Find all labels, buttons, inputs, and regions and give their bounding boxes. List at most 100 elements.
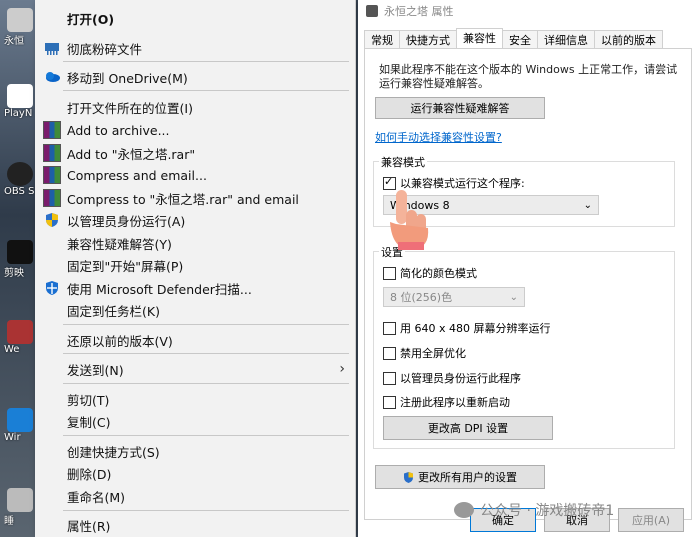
- menu-item-troubleshoot[interactable]: 兼容性疑难解答(Y): [35, 232, 355, 254]
- blank-icon: [43, 412, 61, 430]
- tab-shortcut[interactable]: 快捷方式: [399, 30, 457, 50]
- onedrive-icon: [43, 68, 61, 86]
- menu-item-add-rar[interactable]: Add to "永恒之塔.rar": [35, 142, 355, 164]
- menu-item-onedrive[interactable]: 移动到 OneDrive(M): [35, 66, 355, 88]
- desktop-icon-3[interactable]: 剪映: [4, 240, 36, 279]
- menu-item-compress-rar-email[interactable]: Compress to "永恒之塔.rar" and email: [35, 187, 355, 209]
- menu-item-cut[interactable]: 剪切(T): [35, 388, 355, 410]
- run-admin-label: 以管理员身份运行此程序: [400, 372, 521, 385]
- menu-item-label: 以管理员身份运行(A): [67, 213, 186, 229]
- menu-item-label: Compress to "永恒之塔.rar" and email: [67, 191, 299, 207]
- watermark-text: 公众号 · 游戏搬砖帝1: [480, 503, 615, 519]
- blank-icon: [43, 234, 61, 252]
- menu-item-pin-start[interactable]: 固定到"开始"屏幕(P): [35, 254, 355, 276]
- run-admin-row[interactable]: 以管理员身份运行此程序: [383, 370, 521, 386]
- menu-separator: [63, 90, 349, 91]
- compatibility-panel: 如果此程序不能在这个版本的 Windows 上正常工作，请尝试运行兼容性疑难解答…: [364, 48, 692, 520]
- tab-security[interactable]: 安全: [502, 30, 538, 50]
- blank-icon: [43, 464, 61, 482]
- all-users-settings-button[interactable]: 更改所有用户的设置: [375, 465, 545, 489]
- menu-item-run-as-admin[interactable]: 以管理员身份运行(A): [35, 209, 355, 231]
- menu-item-label: 固定到"开始"屏幕(P): [67, 258, 184, 274]
- menu-item-label: Add to "永恒之塔.rar": [67, 146, 196, 162]
- window-title: 永恒之塔 属性: [384, 5, 454, 18]
- menu-item-compress-email[interactable]: Compress and email...: [35, 164, 355, 186]
- menu-separator: [63, 510, 349, 511]
- run-troubleshooter-button[interactable]: 运行兼容性疑难解答: [375, 97, 545, 119]
- reduced-color-row[interactable]: 简化的颜色模式: [383, 265, 477, 281]
- menu-item-restore-versions[interactable]: 还原以前的版本(V): [35, 329, 355, 351]
- window-titlebar[interactable]: 永恒之塔 属性: [358, 0, 694, 22]
- menu-item-open[interactable]: 打开(O): [35, 7, 355, 29]
- menu-item-shred[interactable]: 彻底粉碎文件: [35, 37, 355, 59]
- winrar-icon: [43, 166, 61, 184]
- reduced-color-checkbox[interactable]: [383, 266, 396, 280]
- menu-separator: [63, 61, 349, 62]
- menu-item-rename[interactable]: 重命名(M): [35, 485, 355, 507]
- blank-icon: [43, 331, 61, 349]
- tab-details[interactable]: 详细信息: [537, 30, 595, 50]
- disable-fullscreen-checkbox[interactable]: [383, 346, 396, 360]
- disable-fullscreen-label: 禁用全屏优化: [400, 347, 466, 360]
- chevron-down-icon: ⌄: [509, 291, 518, 303]
- menu-item-pin-taskbar[interactable]: 固定到任务栏(K): [35, 299, 355, 321]
- desktop-icon-4[interactable]: We: [4, 320, 36, 355]
- menu-item-label: 移动到 OneDrive(M): [67, 70, 188, 86]
- menu-item-label: Compress and email...: [67, 167, 207, 183]
- register-restart-row[interactable]: 注册此程序以重新启动: [383, 394, 510, 410]
- properties-window: 永恒之塔 属性 常规 快捷方式 兼容性 安全 详细信息 以前的版本 如果此程序不…: [358, 0, 694, 537]
- menu-item-label: 重命名(M): [67, 489, 126, 505]
- reduced-color-label: 简化的颜色模式: [400, 267, 477, 280]
- menu-item-properties[interactable]: 属性(R): [35, 514, 355, 536]
- res-640-label: 用 640 x 480 屏幕分辨率运行: [400, 322, 551, 335]
- menu-item-label: 删除(D): [67, 466, 112, 482]
- menu-item-copy[interactable]: 复制(C): [35, 410, 355, 432]
- res-640-checkbox[interactable]: [383, 321, 396, 335]
- menu-item-label: 复制(C): [67, 414, 111, 430]
- shredder-icon: [43, 39, 61, 57]
- manual-settings-link[interactable]: 如何手动选择兼容性设置?: [375, 129, 502, 145]
- blank-icon: [43, 98, 61, 116]
- change-dpi-button[interactable]: 更改高 DPI 设置: [383, 416, 553, 440]
- run-admin-checkbox[interactable]: [383, 371, 396, 385]
- res-640-row[interactable]: 用 640 x 480 屏幕分辨率运行: [383, 320, 551, 336]
- menu-item-add-archive[interactable]: Add to archive...: [35, 119, 355, 141]
- menu-item-delete[interactable]: 删除(D): [35, 462, 355, 484]
- blank-icon: [43, 390, 61, 408]
- menu-item-label: 还原以前的版本(V): [67, 333, 173, 349]
- compat-description: 如果此程序不能在这个版本的 Windows 上正常工作，请尝试运行兼容性疑难解答…: [379, 63, 678, 90]
- desktop-icon-5[interactable]: Wir: [4, 408, 36, 443]
- desktop-icon-0[interactable]: 永恒: [4, 8, 36, 47]
- chevron-down-icon: ⌄: [583, 199, 592, 211]
- menu-item-label: Add to archive...: [67, 122, 170, 138]
- winrar-icon: [43, 144, 61, 162]
- menu-item-defender-scan[interactable]: 使用 Microsoft Defender扫描...: [35, 277, 355, 299]
- menu-item-send-to[interactable]: 发送到(N) ›: [35, 358, 355, 380]
- menu-item-label: 打开(O): [67, 11, 115, 27]
- menu-separator: [63, 324, 349, 325]
- apply-button[interactable]: 应用(A): [618, 508, 684, 532]
- menu-item-open-location[interactable]: 打开文件所在的位置(I): [35, 96, 355, 118]
- app-icon: [366, 5, 378, 17]
- blank-icon: [43, 9, 61, 27]
- blank-icon: [43, 442, 61, 460]
- menu-item-label: 发送到(N): [67, 362, 124, 378]
- menu-separator: [63, 353, 349, 354]
- context-menu: 打开(O) 彻底粉碎文件 移动到 OneDrive(M) 打开文件所在的位置(I…: [35, 0, 356, 537]
- desktop-icon-2[interactable]: OBS S: [4, 162, 36, 197]
- desktop-icon-6[interactable]: 睡: [4, 488, 36, 527]
- color-depth-value: 8 位(256)色: [390, 291, 453, 304]
- disable-fullscreen-row[interactable]: 禁用全屏优化: [383, 345, 466, 361]
- winrar-icon: [43, 189, 61, 207]
- menu-item-label: 固定到任务栏(K): [67, 303, 160, 319]
- tab-general[interactable]: 常规: [364, 30, 400, 50]
- tab-previous-versions[interactable]: 以前的版本: [594, 30, 663, 50]
- blank-icon: [43, 256, 61, 274]
- menu-separator: [63, 383, 349, 384]
- menu-item-create-shortcut[interactable]: 创建快捷方式(S): [35, 440, 355, 462]
- color-depth-select: 8 位(256)色 ⌄: [383, 287, 525, 307]
- desktop-icon-1[interactable]: PlayN: [4, 84, 36, 119]
- menu-item-label: 属性(R): [67, 518, 111, 534]
- chevron-right-icon: ›: [339, 361, 345, 377]
- register-restart-checkbox[interactable]: [383, 395, 396, 409]
